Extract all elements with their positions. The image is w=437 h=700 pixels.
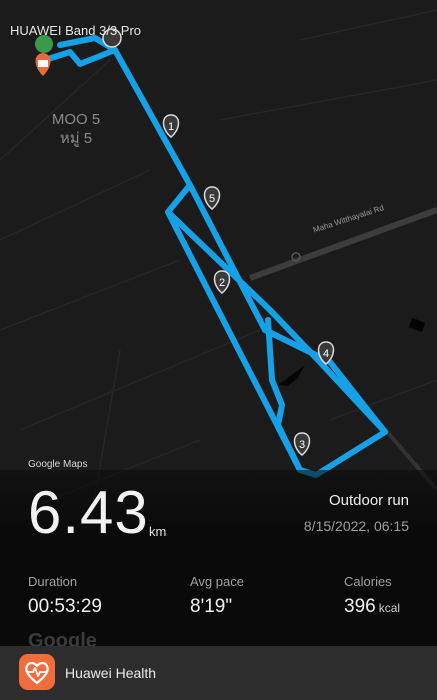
app-name[interactable]: Huawei Health	[65, 665, 156, 681]
activity-type: Outdoor run	[328, 492, 409, 509]
map-attribution: Google Maps	[28, 459, 88, 470]
avg-pace-label: Avg pace	[190, 574, 244, 589]
avg-pace-value: 8'19"	[190, 596, 233, 617]
svg-text:1: 1	[168, 121, 174, 133]
duration-label: Duration	[28, 574, 78, 589]
village-name-th: หมู่ 5	[59, 130, 93, 147]
calories-value: 396	[344, 596, 376, 617]
activity-datetime: 8/15/2022, 06:15	[303, 518, 409, 534]
village-label: MOO 5 หมู่ 5	[40, 110, 112, 148]
calories-unit: kcal	[378, 601, 401, 615]
calories-block: 396 kcal	[344, 596, 400, 618]
duration-value: 00:53:29	[28, 596, 102, 617]
village-name-en: MOO 5	[51, 111, 101, 128]
share-bar[interactable]: Huawei Health	[0, 646, 437, 700]
distance-unit: km	[149, 524, 167, 539]
device-title: HUAWEI Band 3/3 Pro	[10, 23, 142, 38]
svg-text:5: 5	[209, 193, 215, 205]
distance-value: 6.43	[28, 479, 149, 546]
svg-text:2: 2	[219, 277, 225, 289]
calories-label: Calories	[344, 574, 392, 589]
heart-health-icon[interactable]	[19, 654, 55, 690]
svg-text:3: 3	[299, 439, 305, 451]
svg-text:4: 4	[323, 348, 329, 360]
